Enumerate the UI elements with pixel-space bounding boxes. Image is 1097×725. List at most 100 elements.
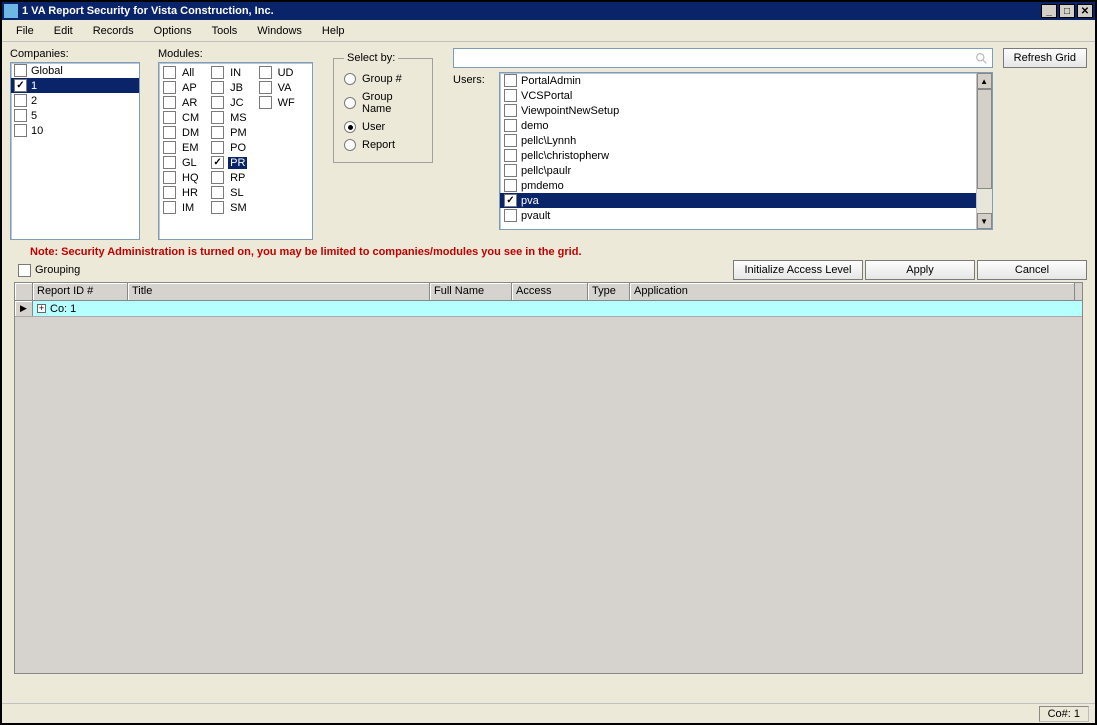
select-by-option[interactable]: Group #: [344, 70, 422, 88]
module-item[interactable]: HQ: [163, 170, 201, 185]
company-checkbox[interactable]: [14, 94, 27, 107]
user-item[interactable]: VCSPortal: [500, 88, 976, 103]
company-checkbox[interactable]: [14, 64, 27, 77]
module-item[interactable]: DM: [163, 125, 201, 140]
company-item[interactable]: 1: [11, 78, 139, 93]
scroll-down-button[interactable]: ▼: [977, 213, 992, 229]
module-checkbox[interactable]: [211, 126, 224, 139]
company-checkbox[interactable]: [14, 79, 27, 92]
select-by-option[interactable]: User: [344, 118, 422, 136]
module-checkbox[interactable]: [211, 201, 224, 214]
user-checkbox[interactable]: [504, 179, 517, 192]
module-item[interactable]: JB: [211, 80, 249, 95]
radio-icon[interactable]: [344, 121, 356, 133]
refresh-grid-button[interactable]: Refresh Grid: [1003, 48, 1087, 68]
user-item[interactable]: pmdemo: [500, 178, 976, 193]
select-by-option[interactable]: Report: [344, 136, 422, 154]
expand-icon[interactable]: +: [37, 304, 46, 313]
company-item[interactable]: 5: [11, 108, 139, 123]
module-item[interactable]: PM: [211, 125, 249, 140]
module-checkbox[interactable]: [163, 81, 176, 94]
module-item[interactable]: SL: [211, 185, 249, 200]
user-item[interactable]: pvault: [500, 208, 976, 223]
user-checkbox[interactable]: [504, 104, 517, 117]
user-checkbox[interactable]: [504, 209, 517, 222]
module-item[interactable]: JC: [211, 95, 249, 110]
user-item[interactable]: ViewpointNewSetup: [500, 103, 976, 118]
module-checkbox[interactable]: [211, 186, 224, 199]
module-item[interactable]: All: [163, 65, 201, 80]
apply-button[interactable]: Apply: [865, 260, 975, 280]
module-checkbox[interactable]: [211, 111, 224, 124]
grid-column-header[interactable]: Access: [512, 283, 588, 300]
module-item[interactable]: EM: [163, 140, 201, 155]
module-item[interactable]: AP: [163, 80, 201, 95]
company-item[interactable]: 2: [11, 93, 139, 108]
user-item[interactable]: pva: [500, 193, 976, 208]
modules-list[interactable]: AllAPARCMDMEMGLHQHRIM INJBJCMSPMPOPRRPSL…: [158, 62, 313, 240]
scroll-thumb[interactable]: [977, 89, 992, 189]
user-checkbox[interactable]: [504, 194, 517, 207]
users-list[interactable]: PortalAdminVCSPortalViewpointNewSetupdem…: [499, 72, 993, 230]
user-item[interactable]: demo: [500, 118, 976, 133]
search-input[interactable]: [453, 48, 993, 68]
module-checkbox[interactable]: [211, 141, 224, 154]
select-by-option[interactable]: Group Name: [344, 88, 422, 118]
user-item[interactable]: PortalAdmin: [500, 73, 976, 88]
module-item[interactable]: VA: [259, 80, 297, 95]
grid-group-row[interactable]: ▶ + Co: 1: [15, 301, 1082, 317]
user-checkbox[interactable]: [504, 89, 517, 102]
module-checkbox[interactable]: [163, 126, 176, 139]
module-checkbox[interactable]: [211, 96, 224, 109]
menu-file[interactable]: File: [6, 23, 44, 39]
radio-icon[interactable]: [344, 139, 356, 151]
module-checkbox[interactable]: [211, 171, 224, 184]
module-checkbox[interactable]: [211, 81, 224, 94]
user-checkbox[interactable]: [504, 134, 517, 147]
module-item[interactable]: HR: [163, 185, 201, 200]
module-item[interactable]: PR: [211, 155, 249, 170]
module-checkbox[interactable]: [163, 66, 176, 79]
module-item[interactable]: IN: [211, 65, 249, 80]
user-checkbox[interactable]: [504, 149, 517, 162]
module-checkbox[interactable]: [163, 96, 176, 109]
module-checkbox[interactable]: [259, 81, 272, 94]
grouping-checkbox[interactable]: Grouping: [18, 264, 80, 277]
company-checkbox[interactable]: [14, 124, 27, 137]
module-checkbox[interactable]: [211, 156, 224, 169]
module-item[interactable]: RP: [211, 170, 249, 185]
module-checkbox[interactable]: [259, 66, 272, 79]
module-item[interactable]: WF: [259, 95, 297, 110]
user-item[interactable]: pellc\Lynnh: [500, 133, 976, 148]
menu-tools[interactable]: Tools: [202, 23, 248, 39]
scroll-up-button[interactable]: ▲: [977, 73, 992, 89]
module-checkbox[interactable]: [211, 66, 224, 79]
module-item[interactable]: IM: [163, 200, 201, 215]
maximize-button[interactable]: □: [1059, 4, 1075, 18]
menu-windows[interactable]: Windows: [247, 23, 312, 39]
user-checkbox[interactable]: [504, 164, 517, 177]
module-checkbox[interactable]: [163, 141, 176, 154]
user-checkbox[interactable]: [504, 74, 517, 87]
module-checkbox[interactable]: [163, 111, 176, 124]
user-item[interactable]: pellc\paulr: [500, 163, 976, 178]
menu-records[interactable]: Records: [83, 23, 144, 39]
grid-column-header[interactable]: Type: [588, 283, 630, 300]
module-checkbox[interactable]: [163, 186, 176, 199]
cancel-button[interactable]: Cancel: [977, 260, 1087, 280]
module-checkbox[interactable]: [163, 201, 176, 214]
radio-icon[interactable]: [344, 97, 356, 109]
radio-icon[interactable]: [344, 73, 356, 85]
initialize-access-button[interactable]: Initialize Access Level: [733, 260, 863, 280]
menu-edit[interactable]: Edit: [44, 23, 83, 39]
module-checkbox[interactable]: [163, 171, 176, 184]
company-checkbox[interactable]: [14, 109, 27, 122]
company-item[interactable]: 10: [11, 123, 139, 138]
module-checkbox[interactable]: [163, 156, 176, 169]
module-checkbox[interactable]: [259, 96, 272, 109]
module-item[interactable]: UD: [259, 65, 297, 80]
module-item[interactable]: AR: [163, 95, 201, 110]
grid-column-header[interactable]: Title: [128, 283, 430, 300]
grid-column-header[interactable]: Full Name: [430, 283, 512, 300]
company-item[interactable]: Global: [11, 63, 139, 78]
